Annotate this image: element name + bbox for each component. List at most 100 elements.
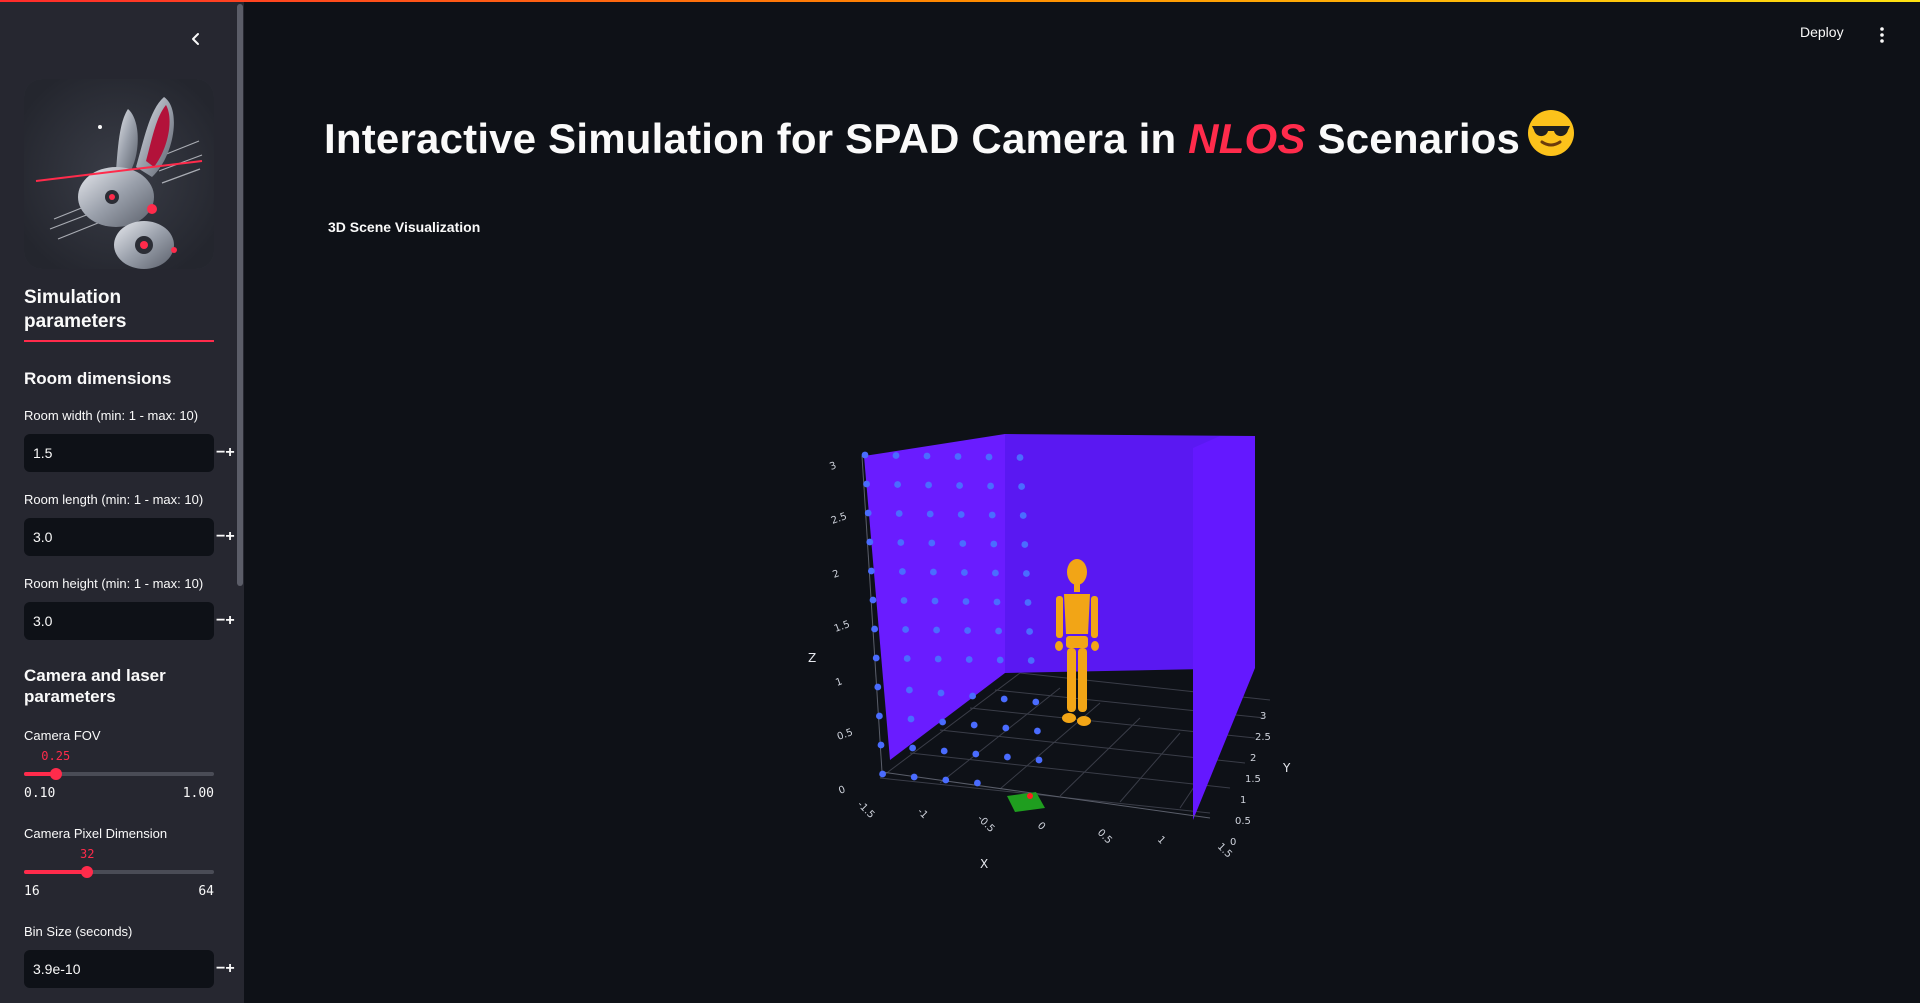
sample-point	[993, 598, 1001, 606]
sample-point	[972, 750, 980, 758]
deploy-button[interactable]: Deploy	[1800, 24, 1844, 40]
sample-point	[933, 626, 940, 634]
z-axis-label: Z	[808, 651, 816, 665]
sample-point	[987, 482, 994, 490]
room-width-input: − +	[24, 434, 235, 472]
sample-point	[863, 480, 870, 488]
x-tick-label: -1.5	[855, 799, 877, 821]
sample-point	[923, 452, 931, 460]
sample-point	[937, 689, 945, 697]
sample-point	[871, 625, 878, 633]
sample-point	[876, 712, 883, 720]
sample-point	[1034, 727, 1041, 735]
sample-point	[1026, 628, 1033, 635]
slider-thumb[interactable]	[81, 866, 94, 878]
sample-point	[1027, 657, 1035, 664]
sample-point	[995, 627, 1002, 635]
room-length-input: − +	[24, 518, 235, 556]
sunglasses-emoji-icon	[1526, 108, 1576, 168]
x-tick-label: -1	[915, 806, 930, 821]
sample-point	[894, 481, 901, 488]
title-highlight: NLOS	[1188, 115, 1306, 163]
room-height-increment-button[interactable]: +	[225, 602, 234, 640]
sample-point	[934, 655, 942, 663]
sample-point	[892, 452, 900, 459]
title-text-end: Scenarios	[1305, 115, 1521, 163]
x-axis-label: X	[980, 857, 988, 871]
sample-point	[956, 482, 963, 489]
room-width-increment-button[interactable]: +	[225, 434, 234, 472]
sample-point	[879, 770, 886, 778]
page-title: Interactive Simulation for SPAD Camera i…	[324, 110, 1576, 172]
sample-point	[964, 627, 971, 634]
scene-visualization-heading: 3D Scene Visualization	[328, 219, 481, 235]
room-width-decrement-button[interactable]: −	[216, 434, 225, 472]
room-width-field[interactable]	[24, 444, 216, 462]
room-height-label: Room height (min: 1 - max: 10)	[24, 576, 204, 591]
z-tick-label: 1.5	[833, 619, 852, 635]
sample-point	[928, 539, 936, 547]
slider-min-label: 16	[24, 884, 40, 899]
y-tick-label: 2	[1250, 753, 1256, 764]
room-length-field[interactable]	[24, 528, 216, 546]
room-length-increment-button[interactable]: +	[225, 518, 234, 556]
sample-point	[900, 597, 908, 604]
sample-point	[962, 598, 970, 605]
y-tick-label: 0	[1230, 837, 1236, 848]
sample-point	[1035, 756, 1043, 764]
scene-canvas: 00.511.522.53-1.5 -1 -0.5 00.5 11.500.511.52…	[808, 434, 1291, 871]
z-tick-label: 2	[831, 568, 841, 581]
sample-point	[942, 776, 950, 784]
sample-point	[1018, 483, 1025, 490]
room-length-decrement-button[interactable]: −	[216, 518, 225, 556]
title-text: Interactive Simulation for SPAD Camera i…	[324, 115, 1189, 163]
z-tick-label: 3	[828, 460, 838, 473]
3d-scene-plot[interactable]: 0 0.5 1 1.5 2 2.5 3 -1.5 -1 -0.5 0 0.5 1 1.5 0 0.5 1 1.5 2…	[790, 418, 1300, 878]
sidebar: Simulation parameters Room dimensions Ro…	[0, 0, 244, 1003]
sample-point	[1024, 599, 1032, 606]
camera-laser-heading: Camera and laser parameters	[24, 666, 166, 706]
sample-point	[926, 510, 934, 518]
sample-point	[961, 569, 968, 576]
bin-size-decrement-button[interactable]: −	[216, 950, 225, 988]
sample-point	[1032, 698, 1040, 706]
more-vertical-icon	[1880, 27, 1884, 43]
sample-point	[974, 779, 981, 787]
camera-pixel-label: Camera Pixel Dimension	[24, 826, 168, 841]
sample-point	[992, 569, 999, 577]
sample-point	[930, 568, 937, 576]
slider-fill	[24, 870, 88, 874]
sample-point	[907, 715, 915, 723]
slider-thumb[interactable]	[49, 768, 62, 780]
bin-size-increment-button[interactable]: +	[225, 950, 234, 988]
sample-point	[866, 538, 874, 546]
sample-point	[874, 683, 882, 691]
room-height-decrement-button[interactable]: −	[216, 602, 225, 640]
sample-point	[910, 773, 918, 781]
x-tick-label: 0	[1035, 820, 1047, 832]
camera-pixel-slider[interactable]: 32 16 64	[24, 847, 214, 899]
sample-point	[969, 692, 976, 700]
sample-point	[990, 540, 998, 548]
collapse-sidebar-button[interactable]	[182, 25, 210, 53]
sample-point	[877, 741, 885, 749]
bin-size-field[interactable]	[24, 960, 216, 978]
camera-fov-label: Camera FOV	[24, 728, 101, 743]
room-height-field[interactable]	[24, 612, 216, 630]
sample-point	[1000, 695, 1008, 703]
right-side-wall	[1193, 436, 1255, 820]
sample-point	[1002, 724, 1010, 732]
sample-point	[925, 481, 932, 489]
z-tick-label: 1	[834, 676, 844, 689]
slider-max-label: 64	[198, 884, 214, 899]
sample-point	[1021, 541, 1029, 548]
chevron-left-icon	[192, 33, 199, 45]
bin-size-input: − +	[24, 950, 235, 988]
main-menu-button[interactable]	[1872, 22, 1892, 48]
y-tick-label: 2.5	[1255, 732, 1271, 743]
x-tick-label: 1	[1155, 834, 1167, 846]
sidebar-scrollbar[interactable]	[237, 4, 243, 586]
camera-fov-slider[interactable]: 0.25 0.10 1.00	[24, 749, 214, 801]
sidebar-divider	[24, 340, 214, 342]
room-length-label: Room length (min: 1 - max: 10)	[24, 492, 204, 507]
